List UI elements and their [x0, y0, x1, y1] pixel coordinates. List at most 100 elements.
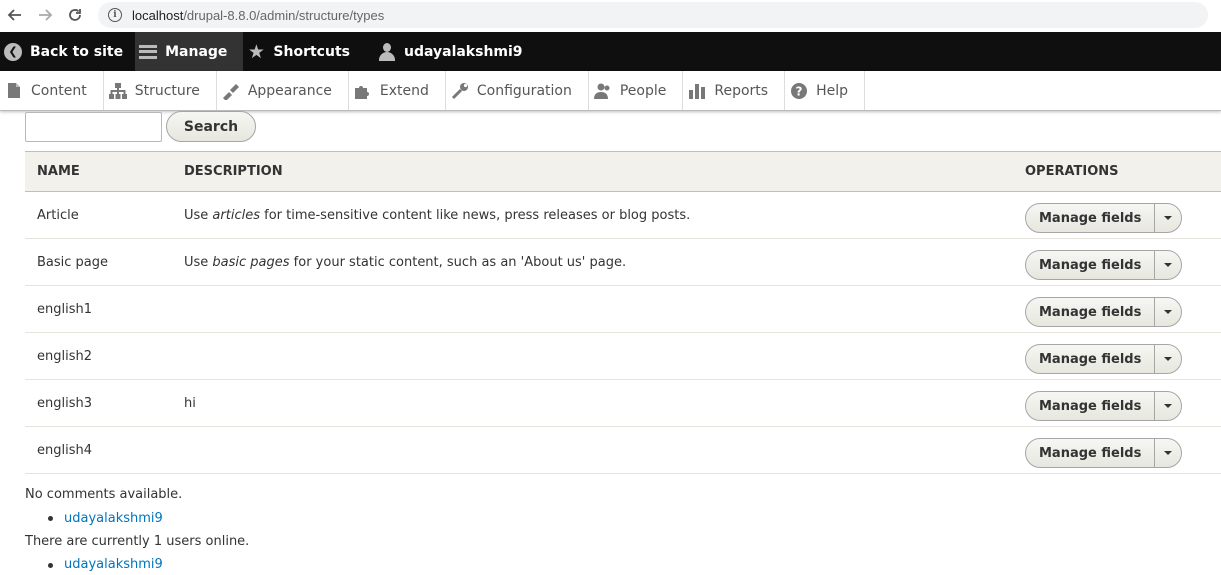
operations-dropbutton: Manage fields — [1025, 297, 1182, 327]
dropdown-toggle[interactable] — [1154, 251, 1181, 279]
tray-item-extend[interactable]: Extend — [349, 71, 446, 110]
table-row: english4 Manage fields — [25, 427, 1221, 474]
desc-text: for your static content, such as an 'Abo… — [289, 255, 627, 270]
manage-fields-button[interactable]: Manage fields — [1026, 258, 1154, 273]
back-chevron-icon: ❮ — [4, 42, 22, 61]
shortcuts-label: Shortcuts — [273, 43, 350, 60]
address-bar[interactable]: i localhost/drupal-8.8.0/admin/structure… — [98, 2, 1208, 28]
tray-item-people[interactable]: People — [589, 71, 684, 110]
tray-item-label: Appearance — [247, 82, 332, 99]
manage-fields-button[interactable]: Manage fields — [1026, 305, 1154, 320]
header-description: DESCRIPTION — [184, 164, 283, 179]
table-row: Article Use articles for time-sensitive … — [25, 192, 1221, 239]
tray-item-label: Structure — [134, 82, 200, 99]
user-link[interactable]: udayalakshmi9 — [64, 557, 163, 572]
star-icon: ★ — [247, 40, 265, 63]
tray-item-appearance[interactable]: Appearance — [217, 71, 349, 110]
desc-text: for time-sensitive content like news, pr… — [259, 208, 691, 223]
row-description: hi — [184, 396, 196, 411]
shortcuts-tab[interactable]: ★ Shortcuts — [243, 32, 362, 71]
info-icon[interactable]: i — [108, 8, 122, 22]
row-name: english4 — [37, 443, 92, 458]
manage-fields-button[interactable]: Manage fields — [1026, 352, 1154, 367]
tray-item-help[interactable]: ? Help — [785, 71, 865, 110]
operations-dropbutton: Manage fields — [1025, 391, 1182, 421]
manage-fields-button[interactable]: Manage fields — [1026, 446, 1154, 461]
caret-down-icon — [1164, 451, 1173, 455]
operations-dropbutton: Manage fields — [1025, 250, 1182, 280]
dropdown-toggle[interactable] — [1154, 298, 1181, 326]
search-input[interactable] — [25, 112, 162, 142]
reload-icon[interactable] — [64, 4, 86, 26]
user-tab[interactable]: udayalakshmi9 — [362, 32, 535, 71]
manage-tab[interactable]: Manage — [135, 32, 244, 71]
sitemap-icon — [108, 81, 128, 101]
puzzle-icon — [353, 81, 373, 101]
forward-arrow-icon[interactable] — [34, 4, 56, 26]
tray-item-reports[interactable]: Reports — [683, 71, 786, 110]
header-operations: OPERATIONS — [1025, 164, 1119, 179]
caret-down-icon — [1164, 357, 1173, 361]
operations-dropbutton: Manage fields — [1025, 203, 1182, 233]
content-types-table: NAME DESCRIPTION OPERATIONS Article Use … — [25, 151, 1221, 474]
back-arrow-icon[interactable] — [4, 4, 26, 26]
paintbrush-icon — [221, 81, 241, 101]
row-name: Article — [37, 208, 79, 223]
desc-text: Use — [184, 208, 213, 223]
list-bullet — [48, 516, 53, 521]
url-host: localhost — [132, 7, 184, 23]
desc-emphasis: articles — [212, 208, 260, 223]
user-label: udayalakshmi9 — [403, 43, 523, 60]
search-button[interactable]: Search — [166, 111, 256, 142]
table-row: Basic page Use basic pages for your stat… — [25, 239, 1221, 286]
user-link[interactable]: udayalakshmi9 — [64, 511, 163, 526]
tray-item-configuration[interactable]: Configuration — [446, 71, 589, 110]
tray-item-label: People — [619, 82, 667, 99]
back-to-site-link[interactable]: ❮ Back to site — [0, 32, 135, 71]
dropdown-toggle[interactable] — [1154, 392, 1181, 420]
table-row: english3 hi Manage fields — [25, 380, 1221, 427]
hamburger-icon — [139, 44, 158, 59]
desc-emphasis: basic pages — [212, 255, 290, 270]
tray-item-label: Extend — [379, 82, 429, 99]
tray-item-label: Content — [31, 82, 87, 99]
caret-down-icon — [1164, 216, 1173, 220]
tray-item-label: Reports — [714, 82, 769, 99]
row-description: Use articles for time-sensitive content … — [184, 208, 690, 223]
manage-fields-button[interactable]: Manage fields — [1026, 211, 1154, 226]
people-icon — [593, 81, 613, 101]
row-name: english1 — [37, 302, 92, 317]
caret-down-icon — [1164, 263, 1173, 267]
caret-down-icon — [1164, 310, 1173, 314]
caret-down-icon — [1164, 404, 1173, 408]
admin-tray: Content Structure Appearance Extend Conf… — [0, 71, 1221, 111]
manage-label: Manage — [165, 43, 228, 60]
dropdown-toggle[interactable] — [1154, 204, 1181, 232]
tray-item-structure[interactable]: Structure — [104, 71, 217, 110]
table-header: NAME DESCRIPTION OPERATIONS — [25, 151, 1221, 192]
user-icon — [378, 42, 396, 61]
operations-dropbutton: Manage fields — [1025, 344, 1182, 374]
tray-item-content[interactable]: Content — [0, 71, 104, 110]
desc-text: Use — [184, 255, 213, 270]
wrench-icon — [450, 81, 470, 101]
dropdown-toggle[interactable] — [1154, 345, 1181, 373]
manage-fields-button[interactable]: Manage fields — [1026, 399, 1154, 414]
browser-bar: i localhost/drupal-8.8.0/admin/structure… — [0, 0, 1221, 30]
table-row: english1 Manage fields — [25, 286, 1221, 333]
list-bullet — [48, 563, 53, 568]
tray-item-label: Configuration — [476, 82, 572, 99]
url-text: localhost/drupal-8.8.0/admin/structure/t… — [132, 8, 384, 23]
bar-chart-icon — [687, 81, 707, 101]
operations-dropbutton: Manage fields — [1025, 438, 1182, 468]
no-comments-text: No comments available. — [25, 487, 183, 502]
row-description: Use basic pages for your static content,… — [184, 255, 626, 270]
dropdown-toggle[interactable] — [1154, 439, 1181, 467]
back-to-site-label: Back to site — [30, 43, 124, 60]
svg-text:?: ? — [796, 84, 803, 98]
desc-text: hi — [184, 396, 196, 411]
table-row: english2 Manage fields — [25, 333, 1221, 380]
tray-item-label: Help — [816, 82, 848, 99]
file-icon — [4, 81, 24, 101]
row-name: Basic page — [37, 255, 109, 270]
